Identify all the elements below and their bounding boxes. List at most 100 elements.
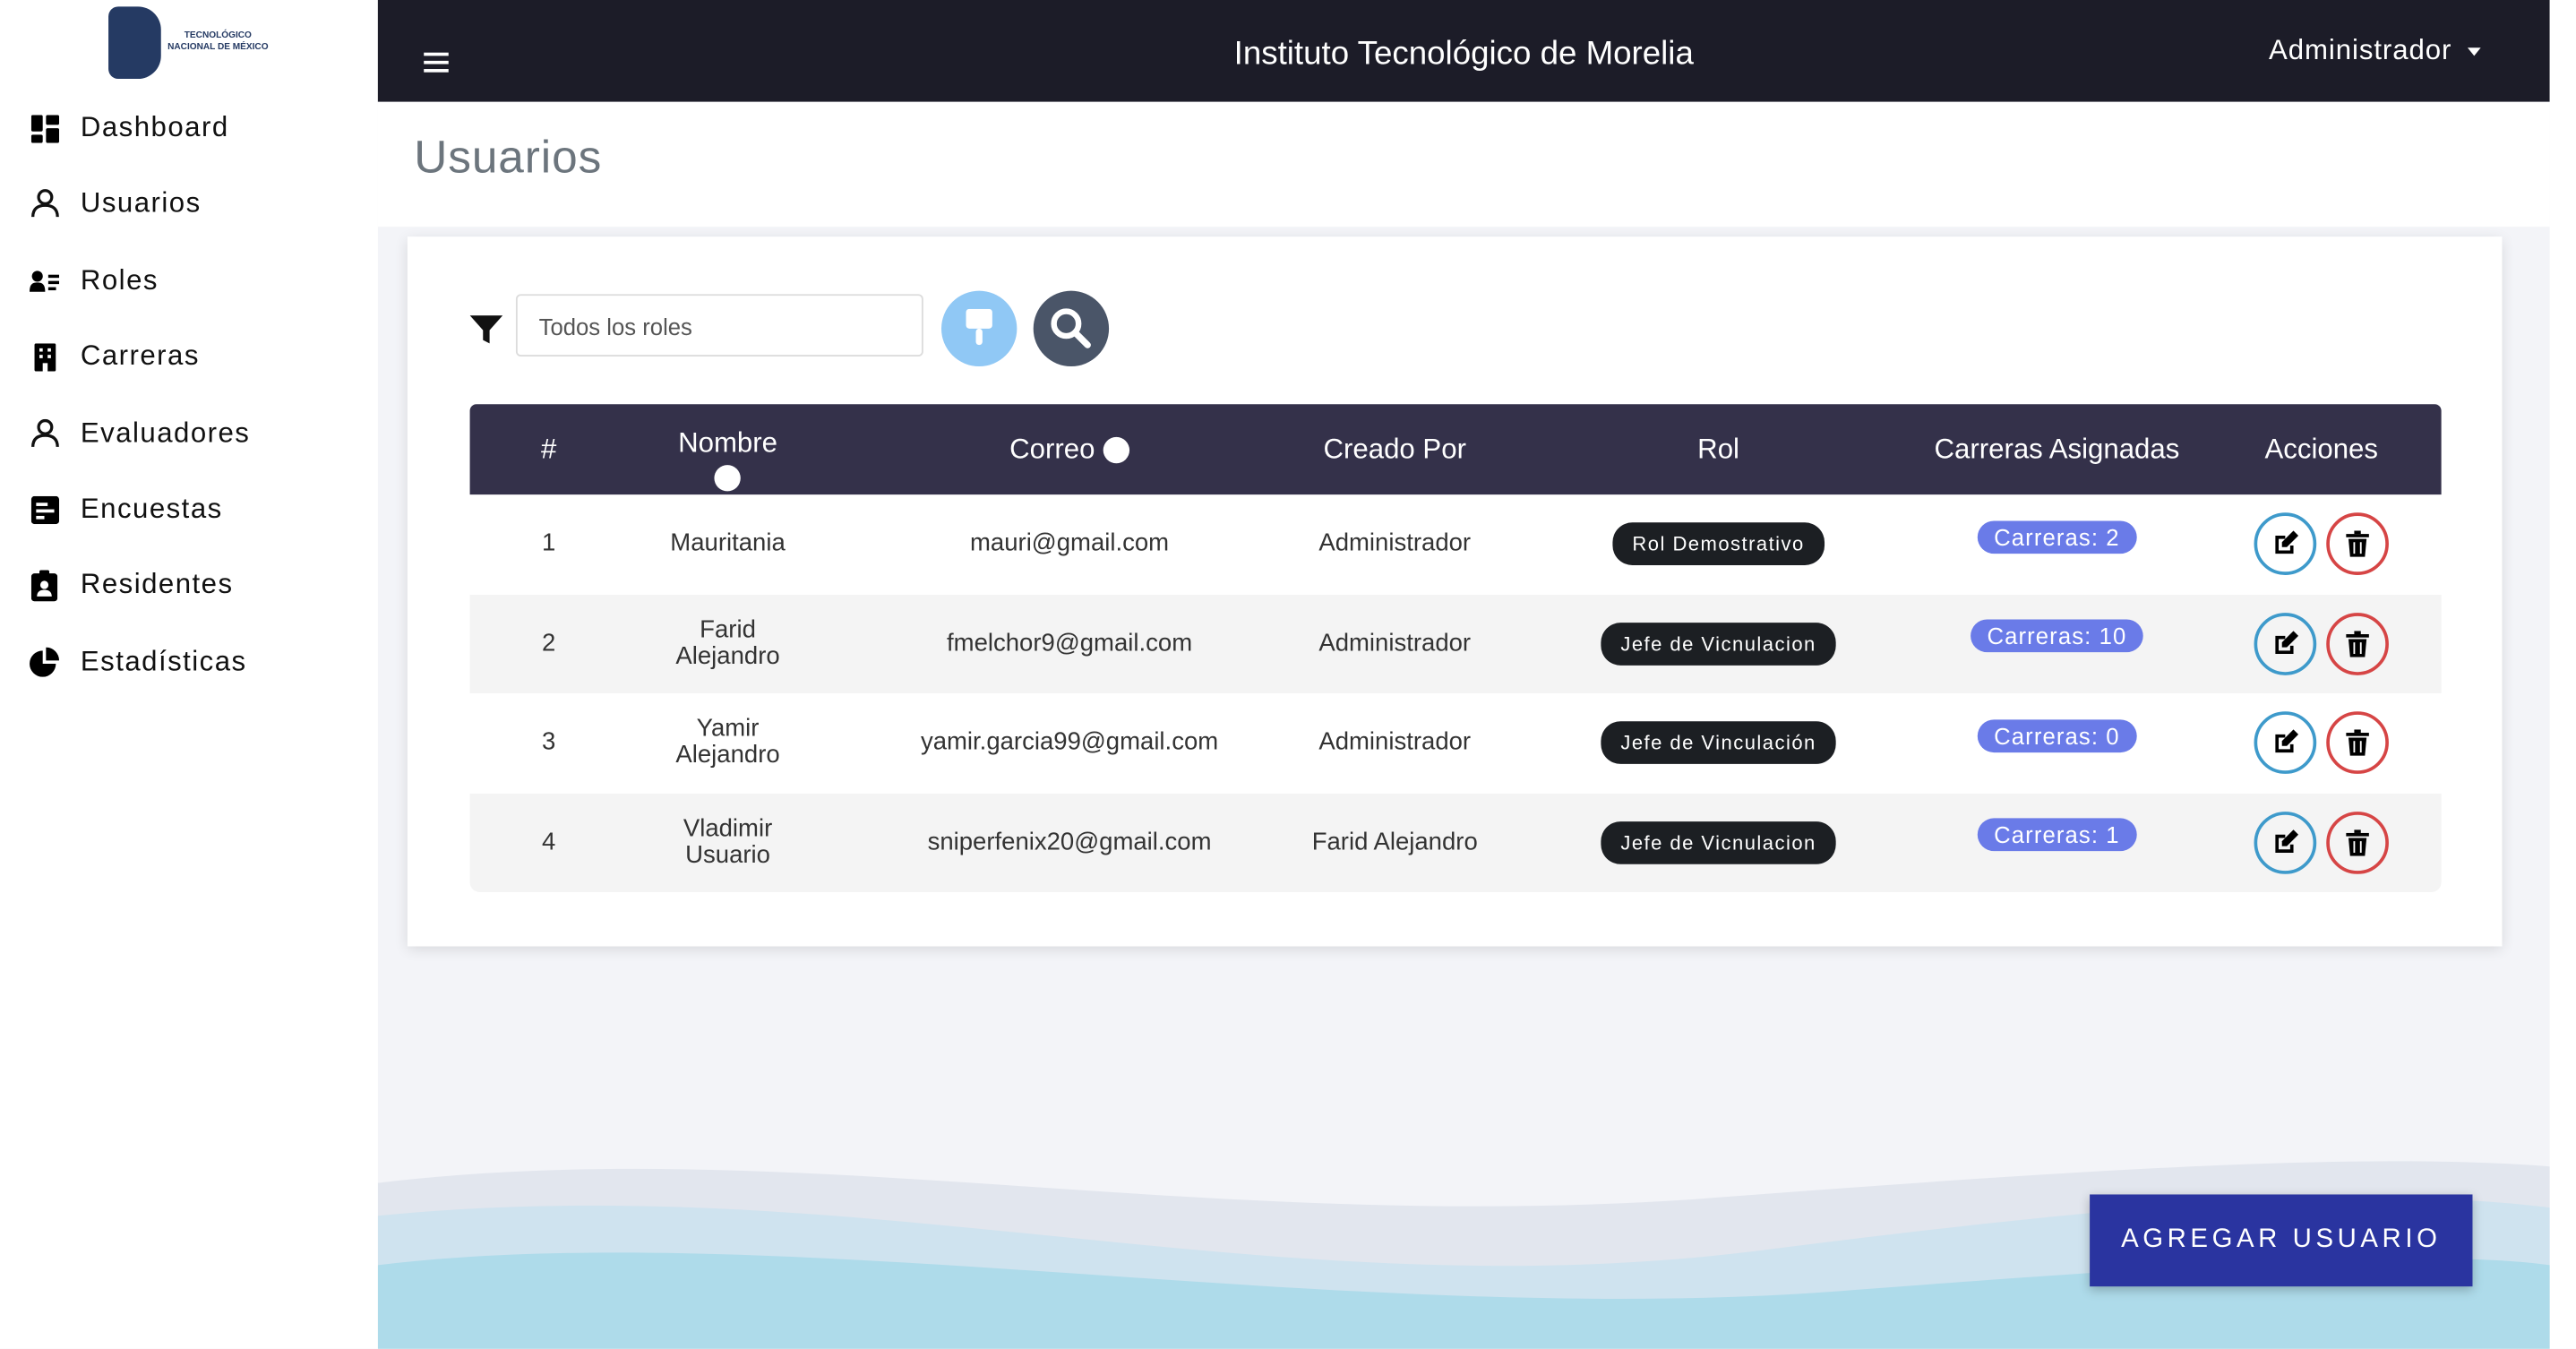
delete-button[interactable]	[2326, 711, 2389, 775]
edit-icon	[2275, 530, 2299, 554]
delete-button[interactable]	[2326, 612, 2389, 675]
user-email: mauri@gmail.com	[970, 529, 1170, 558]
user-icon	[30, 418, 59, 448]
role-badge: Jefe de Vicnulacion	[1601, 821, 1836, 864]
role-filter-select[interactable]: Todos los roles	[515, 294, 923, 357]
table-row: 1 Mauritania mauri@gmail.com Administrador R…	[470, 494, 2442, 594]
table-header: # Nombre Correo Creado Por Rol Carreras Asign…	[469, 404, 2442, 495]
column-header: #	[541, 404, 556, 494]
caret-down-icon	[2468, 47, 2482, 56]
column-header-label: Acciones	[2264, 433, 2378, 465]
users-table: # Nombre Correo Creado Por Rol Carreras Asign…	[469, 404, 2442, 892]
edit-button[interactable]	[2254, 512, 2317, 576]
column-header-label: Creado Por	[1323, 433, 1466, 465]
sort-indicator-icon[interactable]	[1103, 435, 1129, 463]
logo-text-1: TECNOLÓGICO	[184, 30, 252, 41]
edit-icon	[2275, 630, 2299, 654]
user-menu-dropdown[interactable]: Administrador	[2269, 34, 2482, 68]
column-header-label: #	[540, 433, 557, 465]
sidebar-item-roles[interactable]: Roles	[30, 264, 159, 297]
user-email: yamir.garcia99@gmail.com	[920, 728, 1219, 757]
careers-badge[interactable]: Carreras: 1	[1977, 818, 2137, 852]
row-number: 4	[541, 827, 556, 856]
sidebar-item-estadisticas[interactable]: Estadísticas	[30, 645, 247, 678]
column-header-label: Rol	[1697, 433, 1739, 465]
careers-badge[interactable]: Carreras: 2	[1977, 520, 2137, 554]
created-by: Administrador	[1318, 728, 1472, 757]
created-by: Administrador	[1318, 629, 1472, 657]
delete-button[interactable]	[2326, 811, 2389, 874]
user-email: sniperfenix20@gmail.com	[927, 827, 1212, 856]
sidebar-item-evaluadores[interactable]: Evaluadores	[30, 417, 250, 450]
pie-chart-icon	[30, 647, 60, 677]
sort-indicator-icon[interactable]	[714, 465, 742, 492]
sidebar-item-label: Residentes	[80, 569, 234, 601]
filter-icon	[469, 315, 503, 344]
scroll-gutter	[2549, 0, 2576, 1349]
top-navbar: Instituto Tecnológico de Morelia Adminis…	[377, 0, 2550, 102]
careers-badge[interactable]: Carreras: 0	[1977, 718, 2137, 752]
dashboard-icon	[30, 114, 59, 143]
table-row: 2 Farid Alejandro fmelchor9@gmail.com Admin…	[469, 594, 2442, 694]
sidebar-item-encuestas[interactable]: Encuestas	[30, 493, 223, 526]
poll-icon	[30, 494, 59, 524]
clipboard-user-icon	[30, 570, 59, 602]
column-header-label: Nombre	[678, 426, 778, 459]
delete-button[interactable]	[2326, 512, 2389, 576]
app-title: Instituto Tecnológico de Morelia	[1233, 36, 1694, 73]
sidebar-item-label: Evaluadores	[80, 417, 251, 448]
app: TECNOLÓGICO NACIONAL DE MÉXICO Dashboard U…	[0, 0, 2576, 1349]
user-name: Yamir Alejandro	[675, 715, 780, 769]
add-user-button[interactable]: AGREGAR USUARIO	[2090, 1194, 2473, 1287]
created-by: Administrador	[1318, 529, 1472, 558]
user-name: Farid Alejandro	[675, 615, 780, 670]
sidebar-item-label: Dashboard	[80, 111, 229, 143]
sidebar-item-usuarios[interactable]: Usuarios	[30, 188, 202, 221]
logo[interactable]: TECNOLÓGICO NACIONAL DE MÉXICO	[108, 6, 269, 80]
column-header: Rol	[1697, 404, 1739, 494]
edit-icon	[2275, 729, 2299, 753]
careers-badge[interactable]: Carreras: 10	[1971, 619, 2143, 653]
edit-icon	[2275, 829, 2299, 853]
table-row: 3 Yamir Alejandro yamir.garcia99@gmail.com…	[470, 693, 2442, 793]
column-header-label: Carreras Asignadas	[1934, 433, 2180, 465]
column-header[interactable]: Nombre	[678, 404, 777, 504]
user-email: fmelchor9@gmail.com	[947, 629, 1193, 657]
sidebar-item-carreras[interactable]: Carreras	[30, 340, 200, 374]
search-icon	[1051, 308, 1091, 348]
column-header[interactable]: Correo	[1009, 404, 1129, 494]
sidebar-item-dashboard[interactable]: Dashboard	[30, 112, 229, 145]
column-header: Carreras Asignadas	[1934, 404, 2179, 494]
role-badge: Jefe de Vinculación	[1601, 721, 1836, 765]
sidebar-item-label: Estadísticas	[80, 645, 247, 677]
building-icon	[30, 342, 59, 372]
user-name: Mauritania	[670, 529, 786, 558]
sidebar-item-residentes[interactable]: Residentes	[30, 569, 234, 602]
user-name: Vladimir Usuario	[683, 814, 773, 869]
row-number: 3	[541, 728, 556, 757]
created-by: Farid Alejandro	[1311, 827, 1478, 856]
clear-filter-button[interactable]	[940, 290, 1018, 367]
edit-button[interactable]	[2254, 811, 2317, 874]
role-badge: Jefe de Vicnulacion	[1601, 622, 1836, 666]
row-number: 1	[541, 529, 556, 558]
edit-button[interactable]	[2254, 612, 2317, 675]
column-header-label: Correo	[1009, 433, 1095, 465]
edit-button[interactable]	[2254, 711, 2317, 775]
trash-icon	[2346, 630, 2369, 657]
sidebar-item-label: Encuestas	[80, 493, 223, 525]
trash-icon	[2346, 729, 2369, 757]
column-header: Creado Por	[1324, 404, 1466, 494]
page-title: Usuarios	[414, 131, 603, 183]
logo-text-2: NACIONAL DE MÉXICO	[167, 42, 269, 53]
search-button[interactable]	[1033, 290, 1110, 367]
table-row: 4 Vladimir Usuario sniperfenix20@gmail.com…	[469, 793, 2442, 892]
role-badge: Rol Demostrativo	[1612, 522, 1825, 566]
logo-gear-mark	[108, 6, 161, 80]
user-name: Administrador	[2269, 34, 2452, 66]
page-header: Usuarios	[377, 101, 2550, 228]
sidebar: TECNOLÓGICO NACIONAL DE MÉXICO Dashboard U…	[0, 0, 378, 1349]
user-list-icon	[30, 266, 60, 296]
row-number: 2	[541, 629, 556, 657]
trash-icon	[2346, 530, 2369, 558]
